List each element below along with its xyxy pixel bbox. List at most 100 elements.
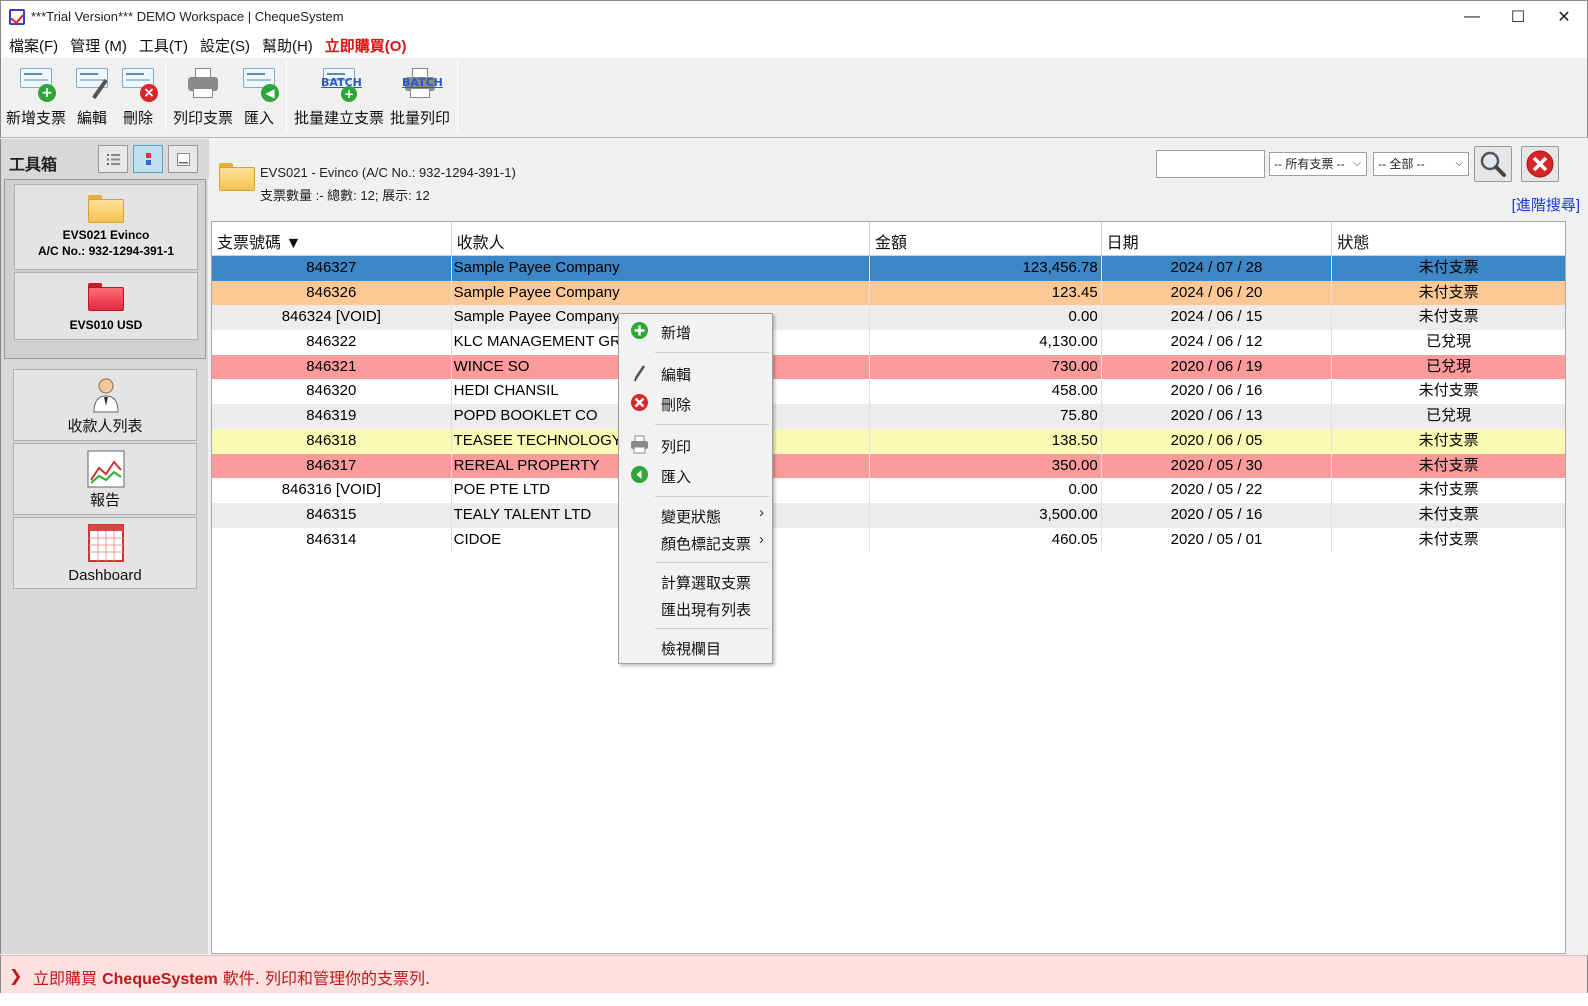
maximize-button[interactable]: ☐ xyxy=(1495,1,1541,33)
cell-status: 未付支票 xyxy=(1418,259,1479,276)
payee-list-button[interactable]: 收款人列表 xyxy=(13,369,197,441)
cell-amount: 123,456.78 xyxy=(870,256,1102,281)
promo-status-bar[interactable]: ❯ 立即購買 ChequeSystem 軟件. 列印和管理你的支票列. xyxy=(0,955,1588,993)
ctx-change-status[interactable]: 變更狀態 › xyxy=(619,502,772,528)
dashboard-label: Dashboard xyxy=(68,567,142,584)
table-header: 支票號碼 ▼ 收款人 金額 日期 狀態 xyxy=(212,222,1565,256)
table-row[interactable]: 846316 [VOID] POE PTE LTD 0.00 2020 / 05 / … xyxy=(212,478,1565,503)
folder-icon xyxy=(88,283,124,311)
account-name: EVS021 Evinco xyxy=(62,228,150,242)
column-payee[interactable]: 收款人 xyxy=(452,222,871,256)
cell-cheque-no: 846319 xyxy=(212,404,452,429)
pencil-icon xyxy=(634,365,646,382)
cell-status: 已兌現 xyxy=(1426,333,1472,351)
menu-settings[interactable]: 設定(S) xyxy=(194,35,256,56)
title-bar: ***Trial Version*** DEMO Workspace | Che… xyxy=(0,0,1588,32)
column-date[interactable]: 日期 xyxy=(1102,222,1333,256)
table-row[interactable]: 846319 POPD BOOKLET CO 75.80 2020 / 06 / 13… xyxy=(212,404,1565,429)
batch-create-button[interactable]: BATCH + 批量建立支票 xyxy=(291,58,387,130)
menu-tools[interactable]: 工具(T) xyxy=(133,35,194,56)
table-row[interactable]: 846317 REREAL PROPERTY 350.00 2020 / 05 / 3… xyxy=(212,453,1565,479)
dashboard-button[interactable]: Dashboard xyxy=(13,517,197,589)
column-cheque-no[interactable]: 支票號碼 ▼ xyxy=(212,222,452,256)
icon-view-button[interactable] xyxy=(133,145,163,173)
batch-print-button[interactable]: BATCH 批量列印 xyxy=(387,58,453,130)
advanced-search-link[interactable]: [進階搜尋] xyxy=(1512,194,1580,215)
minimize-button[interactable]: — xyxy=(1449,1,1495,33)
menu-buy-now[interactable]: 立即購買(O) xyxy=(319,35,413,56)
edit-button[interactable]: 編輯 xyxy=(69,58,115,130)
cheque-count: 支票數量 :- 總數: 12; 展示: 12 xyxy=(260,188,430,203)
toolbar-separator xyxy=(286,61,288,131)
chevron-right-icon: ❯ xyxy=(9,968,23,985)
toolbar-separator xyxy=(165,61,167,131)
account-evs010[interactable]: EVS010 USD xyxy=(14,272,198,340)
menu-file[interactable]: 檔案(F) xyxy=(3,35,64,56)
search-button[interactable] xyxy=(1474,146,1512,182)
collapse-view-button[interactable] xyxy=(168,145,198,173)
icon-view-icon xyxy=(146,153,151,165)
table-row[interactable]: 846318 TEASEE TECHNOLOGY 138.50 2020 / 06 /… xyxy=(212,428,1565,454)
current-account-folder-icon xyxy=(219,163,255,191)
cell-cheque-no: 846322 xyxy=(212,330,452,355)
batch-create-label: 批量建立支票 xyxy=(294,110,385,127)
ctx-calc-selected[interactable]: 計算選取支票 xyxy=(619,568,772,594)
cell-date: 2020 / 06 / 05 xyxy=(1102,428,1333,454)
table-row[interactable]: 846327 Sample Payee Company 123,456.78 2024… xyxy=(212,256,1565,281)
ctx-edit[interactable]: 編輯 xyxy=(619,360,772,386)
account-evs021[interactable]: EVS021 Evinco A/C No.: 932-1294-391-1 xyxy=(14,184,198,270)
cell-status: 未付支票 xyxy=(1418,505,1479,523)
account-list: EVS021 Evinco A/C No.: 932-1294-391-1 EV… xyxy=(4,179,206,359)
chevron-down-icon: ⌵ xyxy=(1353,158,1361,169)
table-row[interactable]: 846326 Sample Payee Company 123.45 2024 / 0… xyxy=(212,280,1565,306)
cell-cheque-no: 846327 xyxy=(212,256,452,281)
table-row[interactable]: 846321 WINCE SO 730.00 2020 / 06 / 19 已兌現 xyxy=(212,354,1565,380)
close-window-button[interactable]: ✕ xyxy=(1541,1,1587,33)
cell-status: 未付支票 xyxy=(1418,481,1479,499)
reports-button[interactable]: 報告 xyxy=(13,443,197,515)
cell-payee: Sample Payee Company xyxy=(452,280,871,306)
list-view-button[interactable] xyxy=(98,145,128,173)
person-icon xyxy=(93,378,119,413)
column-status[interactable]: 狀態 xyxy=(1332,222,1565,256)
table-row[interactable]: 846320 HEDI CHANSIL 458.00 2020 / 06 / 16 未付… xyxy=(212,379,1565,405)
delete-icon xyxy=(631,394,648,411)
table-row[interactable]: 846314 CIDOE 460.05 2020 / 05 / 01 未付支票 xyxy=(212,527,1565,553)
ctx-view-columns[interactable]: 檢視欄目 xyxy=(619,634,772,660)
new-cheque-button[interactable]: + 新增支票 xyxy=(3,58,69,130)
ctx-export-list[interactable]: 匯出現有列表 xyxy=(619,595,772,621)
chevron-down-icon: ⌵ xyxy=(1455,158,1463,169)
status-filter-select[interactable]: -- 全部 -- ⌵ xyxy=(1373,152,1469,176)
cell-cheque-no: 846324 [VOID] xyxy=(212,305,452,331)
clear-search-button[interactable] xyxy=(1521,146,1559,182)
window-title: ***Trial Version*** DEMO Workspace | Che… xyxy=(31,9,344,24)
ctx-new[interactable]: 新增 xyxy=(619,318,772,344)
ctx-color-mark[interactable]: 顏色標記支票 › xyxy=(619,529,772,555)
cell-cheque-no: 846317 xyxy=(212,453,452,479)
list-view-icon xyxy=(107,154,120,165)
search-input[interactable] xyxy=(1156,150,1265,178)
ctx-separator xyxy=(655,496,769,497)
import-button[interactable]: ◀ 匯入 xyxy=(236,58,282,130)
ctx-import[interactable]: 匯入 xyxy=(619,462,772,488)
edit-cheque-icon xyxy=(72,62,112,104)
printer-icon xyxy=(183,62,223,104)
ctx-delete[interactable]: 刪除 xyxy=(619,390,772,416)
table-row[interactable]: 846322 KLC MANAGEMENT GROUP 4,130.00 2024 /… xyxy=(212,330,1565,355)
cell-cheque-no: 846318 xyxy=(212,428,452,454)
table-row[interactable]: 846324 [VOID] Sample Payee Company 0.00 202… xyxy=(212,305,1565,331)
cell-amount: 4,130.00 xyxy=(870,330,1102,355)
delete-button[interactable]: × 刪除 xyxy=(115,58,161,130)
toolbar: + 新增支票 編輯 × 刪除 列印支票 ◀ 匯入 BATCH + 批量建立支票 … xyxy=(0,58,1588,138)
menu-help[interactable]: 幫助(H) xyxy=(256,35,319,56)
print-cheque-button[interactable]: 列印支票 xyxy=(170,58,236,130)
table-row[interactable]: 846315 TEALY TALENT LTD 3,500.00 2020 / 05 … xyxy=(212,502,1565,528)
cell-amount: 75.80 xyxy=(870,404,1102,429)
column-amount[interactable]: 金額 xyxy=(870,222,1102,256)
cell-status: 已兌現 xyxy=(1426,407,1472,425)
cheque-filter-select[interactable]: -- 所有支票 -- ⌵ xyxy=(1269,152,1367,176)
cell-status: 未付支票 xyxy=(1418,431,1479,449)
ctx-print[interactable]: 列印 xyxy=(619,432,772,458)
menu-manage[interactable]: 管理 (M) xyxy=(64,35,133,56)
menu-bar: 檔案(F) 管理 (M) 工具(T) 設定(S) 幫助(H) 立即購買(O) xyxy=(0,32,1588,58)
